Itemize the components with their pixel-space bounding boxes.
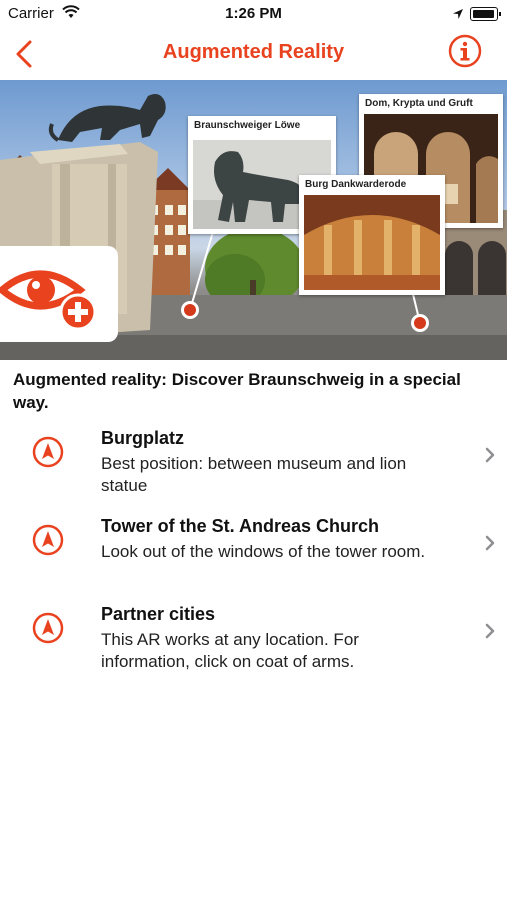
poi-card-caption: Burg Dankwarderode bbox=[305, 179, 407, 190]
info-circle-icon[interactable] bbox=[448, 34, 482, 68]
poi-card-caption: Dom, Krypta und Gruft bbox=[365, 98, 473, 109]
list-item-st-andreas-tower[interactable]: Tower of the St. Andreas Church Look out… bbox=[0, 508, 507, 596]
castle-hall-photo bbox=[304, 195, 440, 290]
navigation-arrow-icon bbox=[32, 612, 64, 644]
list-item-burgplatz[interactable]: Burgplatz Best position: between museum … bbox=[0, 420, 507, 508]
location-name: Tower of the St. Andreas Church bbox=[101, 516, 380, 536]
location-list: Burgplatz Best position: between museum … bbox=[0, 420, 507, 684]
navigation-bar: Augmented Reality bbox=[0, 30, 507, 78]
poi-card-caption: Braunschweiger Löwe bbox=[194, 120, 301, 131]
location-description: Best position: between museum and lion s… bbox=[101, 454, 407, 495]
location-name: Partner cities bbox=[101, 604, 216, 624]
page-title: Augmented Reality bbox=[162, 41, 345, 63]
location-arrow-icon bbox=[452, 7, 464, 25]
navigation-arrow-icon bbox=[32, 436, 64, 468]
chevron-right-icon bbox=[484, 446, 496, 464]
battery-icon bbox=[470, 7, 501, 21]
location-description: This AR works at any location. For infor… bbox=[101, 630, 359, 671]
eye-plus-icon bbox=[0, 254, 100, 339]
navigation-arrow-icon bbox=[32, 524, 64, 556]
location-name: Burgplatz bbox=[101, 428, 184, 448]
location-description: Look out of the windows of the tower roo… bbox=[101, 542, 426, 561]
list-item-partner-cities[interactable]: Partner cities This AR works at any loca… bbox=[0, 596, 507, 684]
ar-view-button[interactable] bbox=[0, 246, 118, 342]
poi-card-burg[interactable]: Burg Dankwarderode bbox=[299, 175, 445, 295]
clock: 1:26 PM bbox=[225, 5, 282, 22]
chevron-right-icon bbox=[484, 534, 496, 552]
chevron-right-icon bbox=[484, 622, 496, 640]
intro-text: Augmented reality: Discover Braunschweig… bbox=[13, 370, 461, 412]
status-bar: Carrier 1:26 PM bbox=[0, 0, 507, 28]
